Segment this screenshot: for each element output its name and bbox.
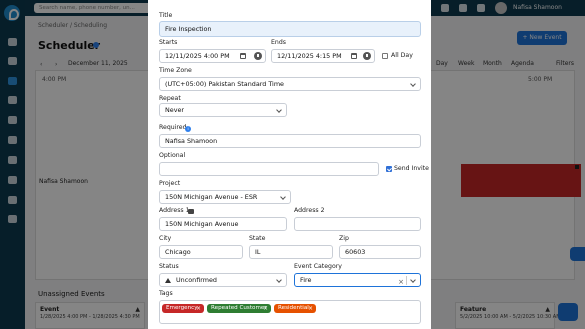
clock-icon[interactable] <box>363 52 371 60</box>
repeat-label: Repeat <box>159 95 181 102</box>
status-label: Status <box>159 263 179 270</box>
timezone-value: (UTC+05:00) Pakistan Standard Time <box>165 80 284 88</box>
select-divider <box>406 276 407 285</box>
send-invite-label: Send Invite <box>394 165 429 172</box>
tags-input[interactable]: Emergency × Repeated Customer × Resident… <box>159 300 421 324</box>
zip-input[interactable]: 60603 <box>339 245 421 259</box>
address2-label: Address 2 <box>294 207 325 214</box>
city-label: City <box>159 235 172 242</box>
event-category-value: Fire <box>300 276 312 284</box>
tag-label: Residential <box>278 305 309 311</box>
repeat-select[interactable]: Never <box>159 103 287 117</box>
chevron-down-icon <box>410 277 416 283</box>
clear-icon[interactable]: × <box>398 276 404 286</box>
address1-label: Address 1 <box>159 207 190 214</box>
project-label: Project <box>159 180 181 187</box>
calendar-icon[interactable] <box>240 53 246 59</box>
map-icon[interactable] <box>188 209 194 214</box>
clock-icon[interactable] <box>254 52 262 60</box>
all-day-checkbox[interactable] <box>382 53 388 59</box>
event-modal: Title Fire Inspection Starts 12/11/2025 … <box>148 0 431 329</box>
timezone-label: Time Zone <box>159 67 192 74</box>
tag-label: Emergency <box>166 305 198 311</box>
starts-datetime-input[interactable]: 12/11/2025 4:00 PM <box>159 49 266 63</box>
required-label: Required <box>159 124 187 131</box>
tag-chip-repeated-customer[interactable]: Repeated Customer × <box>207 304 271 313</box>
status-value: Unconfirmed <box>176 276 217 284</box>
starts-label: Starts <box>159 39 178 46</box>
optional-label: Optional <box>159 152 186 159</box>
info-icon[interactable]: i <box>185 126 191 132</box>
tag-label: Repeated Customer <box>211 305 267 311</box>
ends-label: Ends <box>271 39 286 46</box>
timezone-select[interactable]: (UTC+05:00) Pakistan Standard Time <box>159 77 421 91</box>
project-value: 150N Michigan Avenue - ESR <box>165 193 258 201</box>
starts-value: 12/11/2025 4:00 PM <box>165 52 230 60</box>
event-category-select[interactable]: Fire × <box>294 273 421 287</box>
ends-datetime-input[interactable]: 12/11/2025 4:15 PM <box>271 49 375 63</box>
state-input[interactable]: IL <box>249 245 333 259</box>
chevron-down-icon <box>280 194 286 200</box>
remove-tag-icon[interactable]: × <box>263 304 268 313</box>
address1-input[interactable]: 150N Michigan Avenue <box>159 217 287 231</box>
title-input[interactable]: Fire Inspection <box>159 21 421 37</box>
project-select[interactable]: 150N Michigan Avenue - ESR <box>159 190 291 204</box>
remove-tag-icon[interactable]: × <box>196 304 201 313</box>
chevron-down-icon <box>276 107 282 113</box>
chevron-down-icon <box>276 277 282 283</box>
required-attendees-input[interactable]: Nafisa Shamoon <box>159 134 421 148</box>
send-invite-checkbox[interactable] <box>386 166 392 172</box>
optional-attendees-input[interactable] <box>159 162 379 176</box>
status-select[interactable]: Unconfirmed <box>159 273 287 287</box>
state-label: State <box>249 235 266 242</box>
tag-chip-residential[interactable]: Residential × <box>274 304 316 313</box>
warning-icon <box>165 278 171 283</box>
event-category-label: Event Category <box>294 263 342 270</box>
repeat-value: Never <box>165 106 185 114</box>
chevron-down-icon <box>410 81 416 87</box>
calendar-icon[interactable] <box>351 53 357 59</box>
tag-chip-emergency[interactable]: Emergency × <box>162 304 204 313</box>
ends-value: 12/11/2025 4:15 PM <box>277 52 342 60</box>
all-day-label: All Day <box>391 52 413 59</box>
tags-label: Tags <box>159 290 173 297</box>
remove-tag-icon[interactable]: × <box>308 304 313 313</box>
zip-label: Zip <box>339 235 349 242</box>
title-label: Title <box>159 12 173 19</box>
city-input[interactable]: Chicago <box>159 245 243 259</box>
address2-input[interactable] <box>294 217 421 231</box>
